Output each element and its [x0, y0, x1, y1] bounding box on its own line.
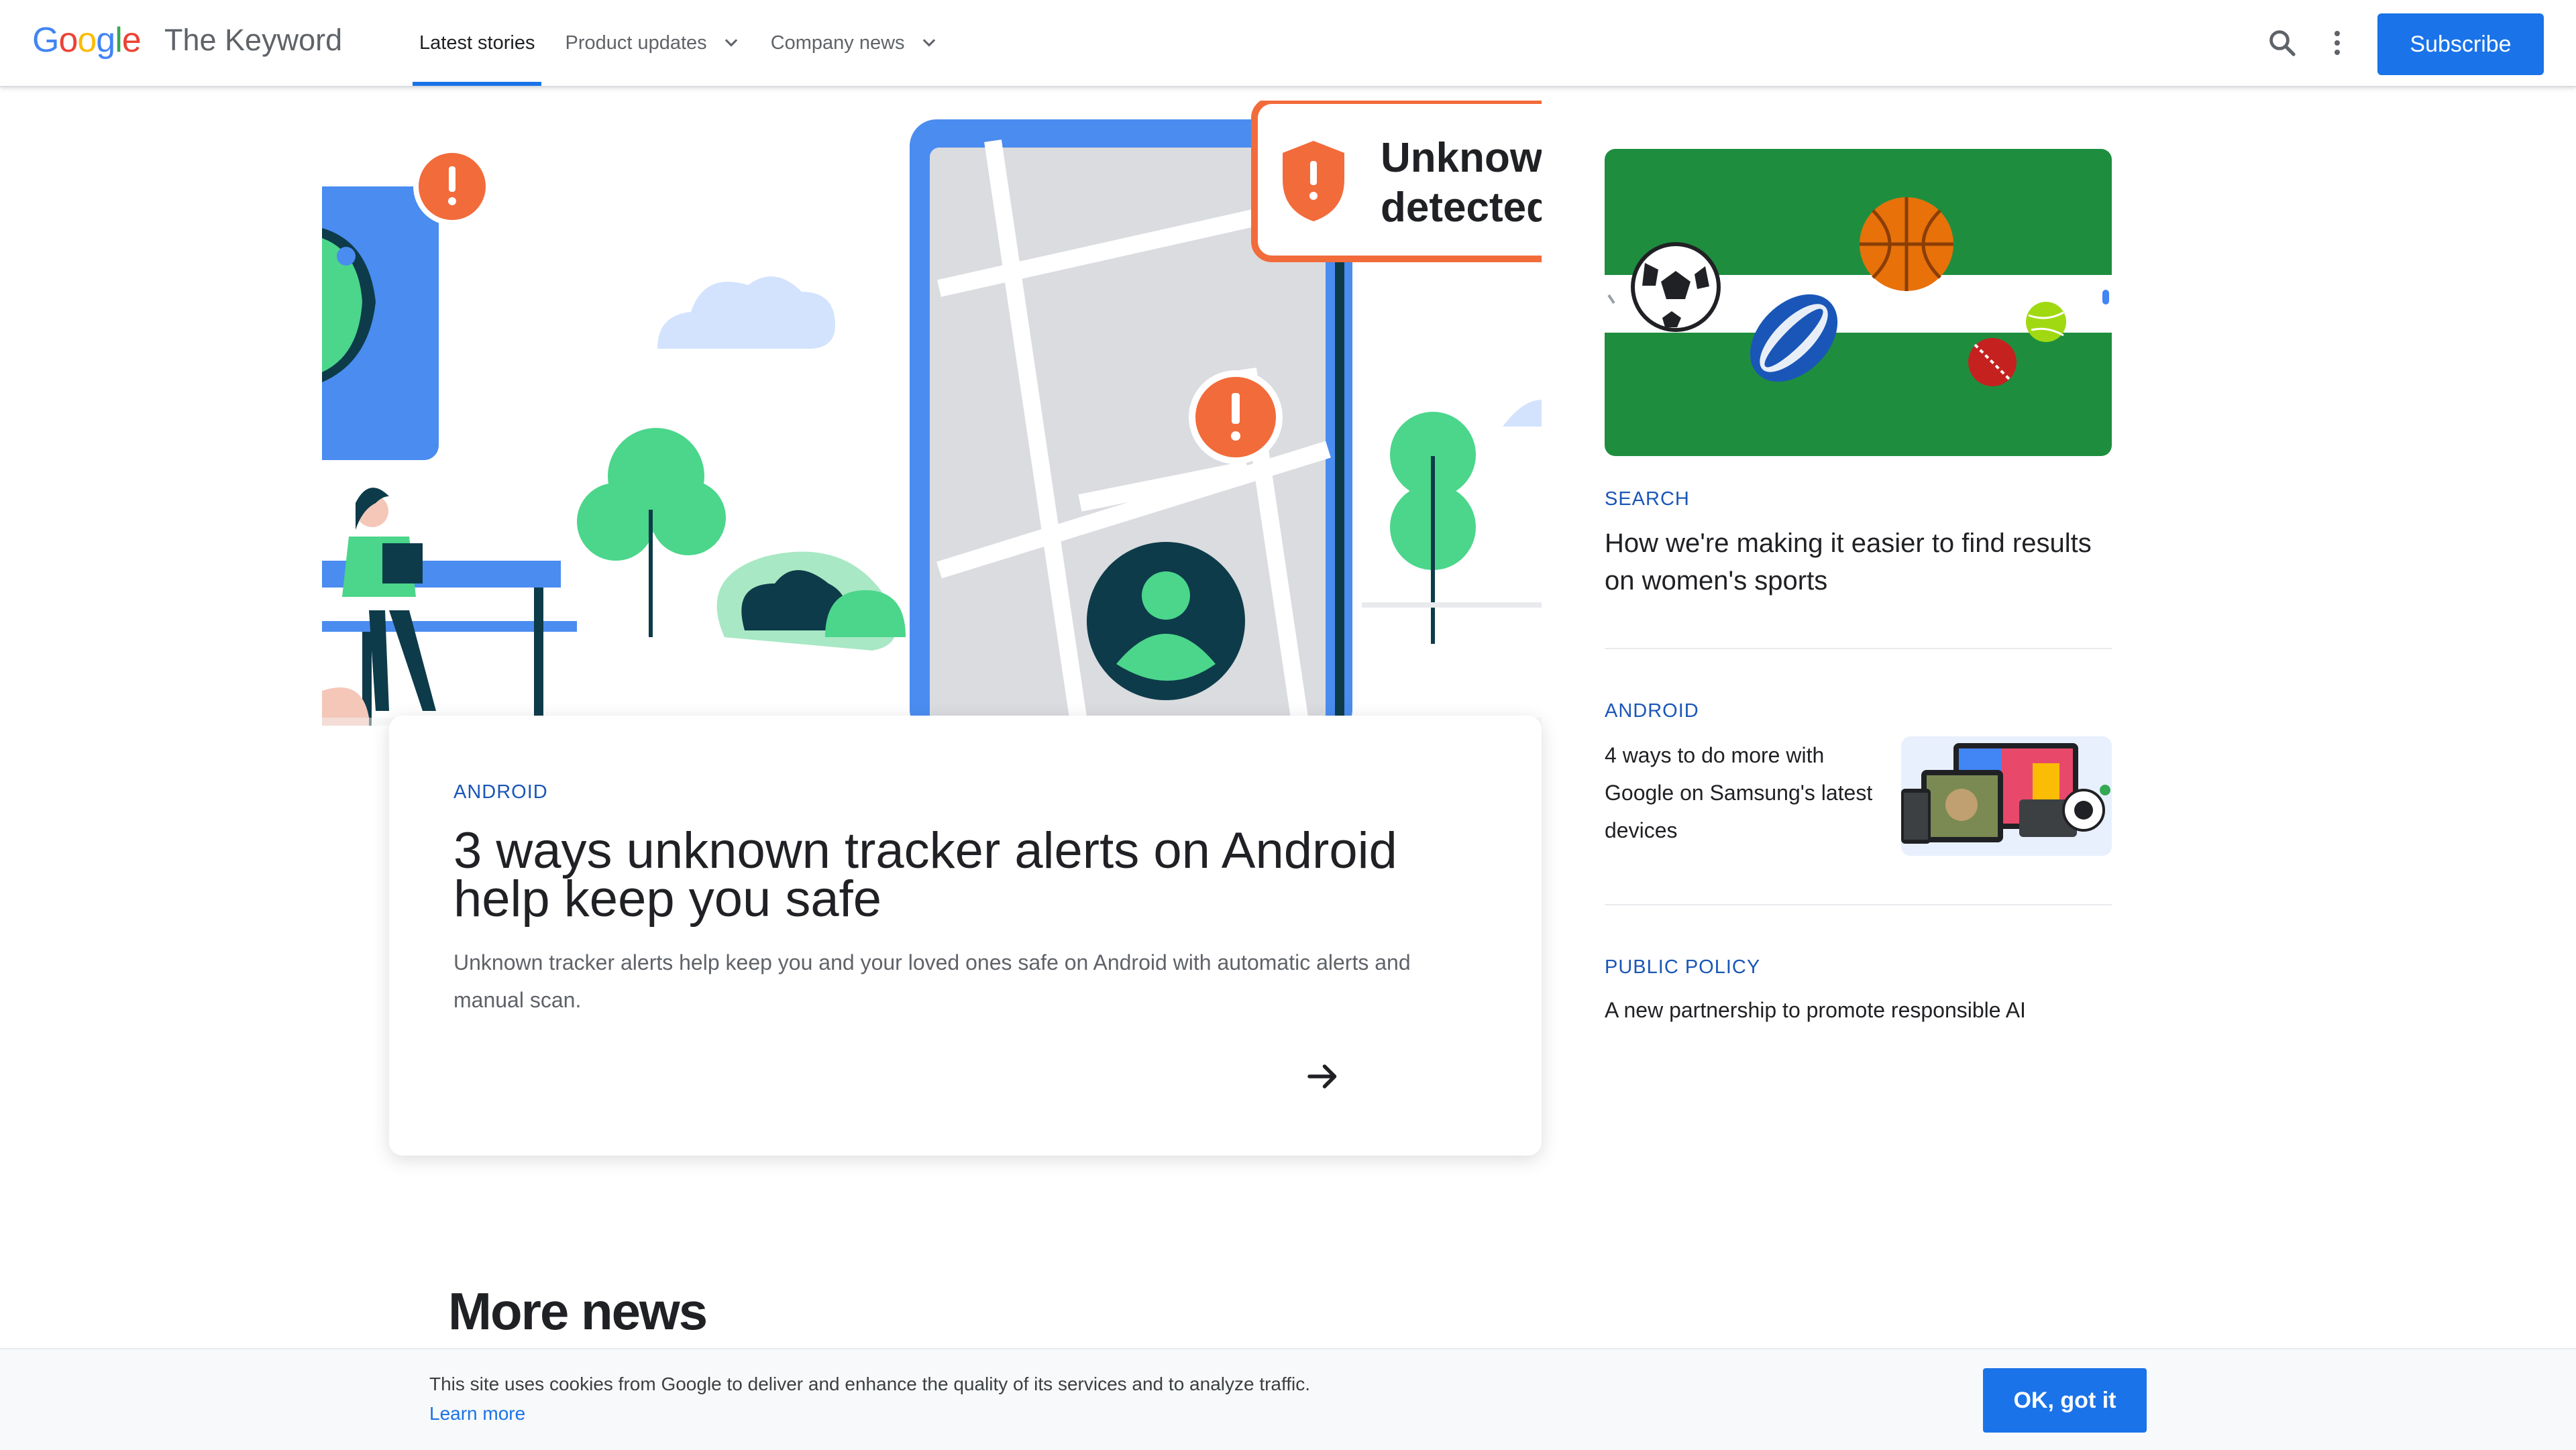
- nav-label: Latest stories: [419, 32, 535, 54]
- devices-illustration: [1901, 736, 2112, 856]
- logo-letter: G: [32, 21, 59, 60]
- cookie-banner: This site uses cookies from Google to de…: [0, 1348, 2576, 1450]
- hero-image[interactable]: Unknown detected: [322, 101, 1542, 726]
- samsung-devices-image[interactable]: [1901, 736, 2112, 856]
- sports-illustration: [1605, 149, 2112, 456]
- logo-letter: o: [58, 21, 78, 60]
- chevron-down-icon: [922, 39, 935, 47]
- cookie-text: This site uses cookies from Google to de…: [429, 1374, 1311, 1394]
- sports-article-image[interactable]: [1605, 149, 2112, 456]
- hero-description: Unknown tracker alerts help keep you and…: [453, 950, 1411, 1012]
- subscribe-button[interactable]: Subscribe: [2377, 13, 2544, 75]
- learn-more-link[interactable]: Learn more: [429, 1403, 525, 1425]
- divider: [1605, 904, 2112, 905]
- sidebar-title[interactable]: A new partnership to promote responsible…: [1605, 991, 2112, 1029]
- nav-label: Company news: [770, 32, 905, 54]
- nav-product-updates[interactable]: Product updates: [558, 0, 747, 86]
- sidebar-title[interactable]: 4 ways to do more with Google on Samsung…: [1605, 736, 1873, 849]
- logo-letter: g: [96, 21, 115, 60]
- arrow-forward-icon[interactable]: [1303, 1056, 1343, 1097]
- logo-letter: l: [115, 21, 123, 60]
- logo-letter: e: [121, 21, 142, 60]
- nav-latest-stories[interactable]: Latest stories: [413, 0, 542, 86]
- site-title[interactable]: The Keyword: [164, 23, 342, 58]
- google-logo[interactable]: Google: [32, 20, 142, 60]
- divider: [1605, 648, 2112, 649]
- chevron-down-icon: [724, 39, 737, 47]
- tracker-illustration: Unknown detected: [322, 101, 1542, 726]
- hero-article-card[interactable]: ANDROID 3 ways unknown tracker alerts on…: [389, 716, 1542, 1156]
- alert-text: Unknown: [1381, 135, 1542, 181]
- nav-company-news[interactable]: Company news: [764, 0, 945, 86]
- site-header: Google The Keyword Latest stories Produc…: [0, 0, 2576, 87]
- nav-label: Product updates: [565, 32, 707, 54]
- logo-letter: o: [77, 21, 97, 60]
- more-news-heading: More news: [448, 1282, 708, 1341]
- hero-title[interactable]: 3 ways unknown tracker alerts on Android…: [453, 826, 1500, 925]
- alert-text: detected: [1381, 184, 1542, 231]
- ok-got-it-button[interactable]: OK, got it: [1983, 1368, 2147, 1433]
- more-vert-icon[interactable]: [2321, 27, 2353, 59]
- sidebar-title[interactable]: How we're making it easier to find resul…: [1605, 524, 2112, 600]
- search-icon[interactable]: [2266, 27, 2298, 59]
- sidebar-category[interactable]: PUBLIC POLICY: [1605, 956, 1760, 979]
- sidebar-category[interactable]: ANDROID: [1605, 700, 1699, 722]
- sidebar-category[interactable]: SEARCH: [1605, 488, 1690, 510]
- main-nav: Latest stories Product updates Company n…: [413, 0, 962, 86]
- hero-category[interactable]: ANDROID: [453, 781, 548, 803]
